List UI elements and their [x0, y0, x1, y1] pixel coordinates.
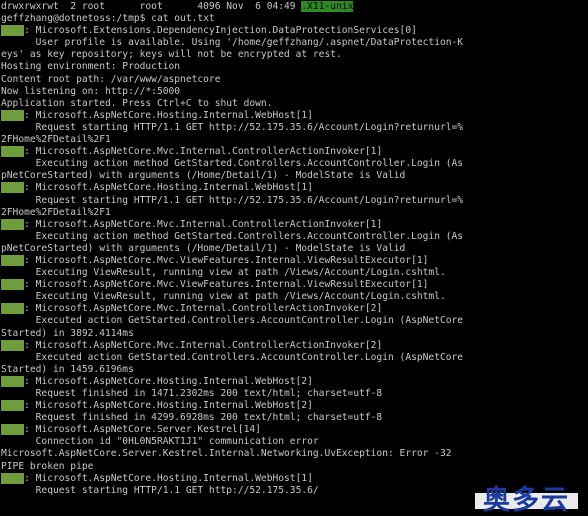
terminal-line: Application started. Press Ctrl+C to shu… — [1, 98, 588, 110]
line-text: drwxrwxrwt 2 root root 4096 Nov 6 04:49 — [1, 1, 301, 12]
terminal-line: Executing ViewResult, running view at pa… — [1, 267, 588, 279]
terminal-line: Content root path: /var/www/aspnetcore — [1, 74, 588, 86]
terminal-line: Executed action GetStarted.Controllers.A… — [1, 315, 588, 327]
terminal-line: info: Microsoft.AspNetCore.Mvc.ViewFeatu… — [1, 255, 588, 267]
log-level-badge: info — [1, 279, 24, 290]
log-message: : Microsoft.AspNetCore.Hosting.Internal.… — [24, 110, 313, 121]
terminal-line: info: Microsoft.AspNetCore.Hosting.Inter… — [1, 473, 588, 485]
terminal-line: geffzhang@dotnetoss:/tmp$ cat out.txt — [1, 13, 588, 25]
log-level-badge: info — [1, 255, 24, 266]
terminal-line: Executed action GetStarted.Controllers.A… — [1, 352, 588, 364]
directory-highlight: .X11-unix — [301, 1, 353, 12]
log-message: : Microsoft.AspNetCore.Hosting.Internal.… — [24, 376, 313, 387]
terminal-line: Request starting HTTP/1.1 GET http://52.… — [1, 122, 588, 134]
line-text: Microsoft.AspNetCore.Server.Kestrel.Inte… — [1, 448, 452, 459]
terminal-line: Executing action method GetStarted.Contr… — [1, 158, 588, 170]
line-text: Executed action GetStarted.Controllers.A… — [1, 315, 463, 326]
terminal-line: PIPE broken pipe — [1, 461, 588, 473]
line-text: Executing action method GetStarted.Contr… — [1, 231, 463, 242]
line-text: Executing action method GetStarted.Contr… — [1, 158, 463, 169]
log-level-badge: info — [1, 400, 24, 411]
log-level-badge: info — [1, 376, 24, 387]
terminal-line: Started) in 1459.6196ms — [1, 364, 588, 376]
terminal-line: info: Microsoft.AspNetCore.Hosting.Inter… — [1, 376, 588, 388]
log-message: : Microsoft.AspNetCore.Mvc.Internal.Cont… — [24, 219, 382, 230]
line-text: Request starting HTTP/1.1 GET http://52.… — [1, 485, 319, 496]
line-text: Content root path: /var/www/aspnetcore — [1, 74, 221, 85]
line-text: Connection id "0HL0N5RAKT1J1" communicat… — [1, 436, 319, 447]
log-level-badge: info — [1, 303, 24, 314]
terminal-line: Connection id "0HL0N5RAKT1J1" communicat… — [1, 436, 588, 448]
line-text: Request finished in 1471.2302ms 200 text… — [1, 388, 382, 399]
line-text: Started) in 1459.6196ms — [1, 364, 134, 375]
log-level-badge: info — [1, 473, 24, 484]
terminal-line: Microsoft.AspNetCore.Server.Kestrel.Inte… — [1, 448, 588, 460]
terminal-line: info: Microsoft.AspNetCore.Mvc.Internal.… — [1, 146, 588, 158]
terminal-line: info: Microsoft.AspNetCore.Mvc.ViewFeatu… — [1, 279, 588, 291]
line-text: pNetCoreStarted) with arguments (/Home/D… — [1, 170, 405, 181]
log-level-badge: info — [1, 25, 24, 36]
terminal-line: 2FHome%2FDetail%2F1 — [1, 134, 588, 146]
terminal-line: info: Microsoft.AspNetCore.Server.Kestre… — [1, 424, 588, 436]
line-text: geffzhang@dotnetoss:/tmp$ cat out.txt — [1, 13, 215, 24]
terminal-line: User profile is available. Using '/home/… — [1, 37, 588, 49]
log-message: : Microsoft.AspNetCore.Mvc.Internal.Cont… — [24, 303, 382, 314]
line-text: Now listening on: http://*:5000 — [1, 86, 180, 97]
line-text: Executing ViewResult, running view at pa… — [1, 267, 446, 278]
terminal-line: pNetCoreStarted) with arguments (/Home/D… — [1, 243, 588, 255]
terminal-line: Hosting environment: Production — [1, 61, 588, 73]
line-text: 2FHome%2FDetail%2F1 — [1, 134, 111, 145]
line-text: User profile is available. Using '/home/… — [1, 37, 463, 48]
line-text: Executed action GetStarted.Controllers.A… — [1, 352, 463, 363]
terminal-line: Executing ViewResult, running view at pa… — [1, 291, 588, 303]
line-text: Hosting environment: Production — [1, 61, 180, 72]
line-text: 2FHome%2FDetail%2F1 — [1, 207, 111, 218]
line-text: Request starting HTTP/1.1 GET http://52.… — [1, 122, 463, 133]
log-message: : Microsoft.AspNetCore.Mvc.Internal.Cont… — [24, 146, 382, 157]
log-level-badge: info — [1, 182, 24, 193]
terminal-line: info: Microsoft.AspNetCore.Hosting.Inter… — [1, 182, 588, 194]
watermark-logo: 奥多云 — [475, 493, 578, 509]
terminal-line: info: Microsoft.AspNetCore.Mvc.Internal.… — [1, 219, 588, 231]
log-message: : Microsoft.AspNetCore.Hosting.Internal.… — [24, 182, 313, 193]
line-text: eys' as key repository; keys will not be… — [1, 49, 342, 60]
terminal-line: Executing action method GetStarted.Contr… — [1, 231, 588, 243]
line-text: Request finished in 4299.6928ms 200 text… — [1, 412, 382, 423]
log-message: : Microsoft.AspNetCore.Server.Kestrel[14… — [24, 424, 261, 435]
log-message: : Microsoft.AspNetCore.Hosting.Internal.… — [24, 400, 313, 411]
terminal-line: drwxrwxrwt 2 root root 4096 Nov 6 04:49 … — [1, 1, 588, 13]
line-text: pNetCoreStarted) with arguments (/Home/D… — [1, 243, 405, 254]
terminal-line: Request finished in 4299.6928ms 200 text… — [1, 412, 588, 424]
terminal-line: info: Microsoft.AspNetCore.Mvc.Internal.… — [1, 303, 588, 315]
terminal-line: Request starting HTTP/1.1 GET http://52.… — [1, 195, 588, 207]
log-message: : Microsoft.AspNetCore.Mvc.ViewFeatures.… — [24, 255, 428, 266]
terminal-line: 2FHome%2FDetail%2F1 — [1, 207, 588, 219]
log-level-badge: info — [1, 146, 24, 157]
terminal-line: info: Microsoft.AspNetCore.Hosting.Inter… — [1, 110, 588, 122]
log-message: : Microsoft.AspNetCore.Hosting.Internal.… — [24, 473, 313, 484]
terminal-line: Now listening on: http://*:5000 — [1, 86, 588, 98]
terminal-line: eys' as key repository; keys will not be… — [1, 49, 588, 61]
line-text: Executing ViewResult, running view at pa… — [1, 291, 446, 302]
line-text: Started) in 3892.4114ms — [1, 328, 134, 339]
line-text: Application started. Press Ctrl+C to shu… — [1, 98, 272, 109]
terminal-line: info: Microsoft.AspNetCore.Hosting.Inter… — [1, 400, 588, 412]
log-level-badge: info — [1, 110, 24, 121]
terminal-window[interactable]: drwxrwxrwt 2 root root 4096 Nov 6 04:49 … — [0, 0, 588, 515]
log-level-badge: info — [1, 219, 24, 230]
log-message: : Microsoft.AspNetCore.Mvc.Internal.Cont… — [24, 340, 382, 351]
log-level-badge: info — [1, 424, 24, 435]
terminal-line: info: Microsoft.Extensions.DependencyInj… — [1, 25, 588, 37]
line-text: PIPE broken pipe — [1, 461, 93, 472]
line-text: Request starting HTTP/1.1 GET http://52.… — [1, 195, 463, 206]
terminal-line: Started) in 3892.4114ms — [1, 328, 588, 340]
log-message: : Microsoft.AspNetCore.Mvc.ViewFeatures.… — [24, 279, 428, 290]
terminal-line: pNetCoreStarted) with arguments (/Home/D… — [1, 170, 588, 182]
log-level-badge: info — [1, 340, 24, 351]
log-message: : Microsoft.Extensions.DependencyInjecti… — [24, 25, 417, 36]
terminal-line: Request finished in 1471.2302ms 200 text… — [1, 388, 588, 400]
terminal-line: info: Microsoft.AspNetCore.Mvc.Internal.… — [1, 340, 588, 352]
